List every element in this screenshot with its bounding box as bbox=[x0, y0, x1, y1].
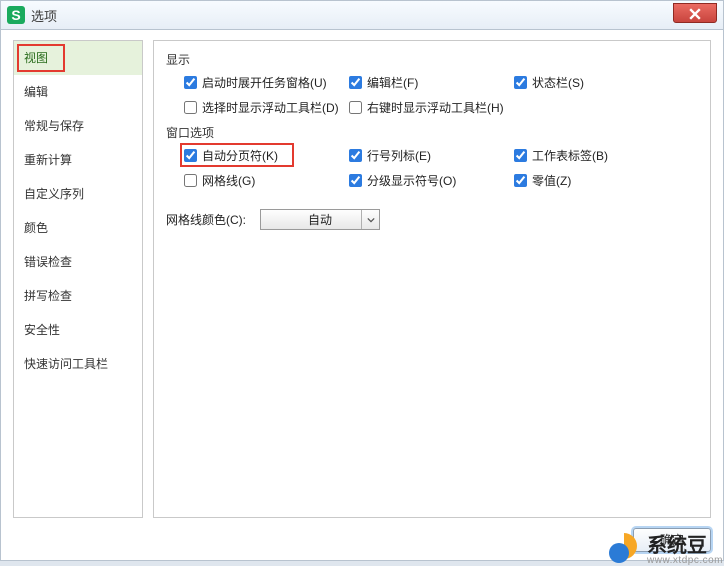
checkbox-outline-symbols[interactable]: 分级显示符号(O) bbox=[349, 172, 514, 189]
button-row: 确定 bbox=[627, 528, 711, 552]
checkbox-label: 自动分页符(K) bbox=[202, 147, 278, 164]
display-row-1: 启动时展开任务窗格(U) 编辑栏(F) 状态栏(S) bbox=[184, 74, 698, 91]
sidebar-item-label: 视图 bbox=[24, 51, 48, 65]
checkbox-rightclick-float-toolbar[interactable]: 右键时显示浮动工具栏(H) bbox=[349, 99, 549, 116]
sidebar: 视图 编辑 常规与保存 重新计算 自定义序列 颜色 错误检查 拼写检查 安全性 … bbox=[13, 40, 143, 518]
sidebar-item-label: 安全性 bbox=[24, 323, 60, 337]
checkbox-input[interactable] bbox=[184, 149, 197, 162]
sidebar-item-edit[interactable]: 编辑 bbox=[14, 75, 142, 109]
checkbox-label: 启动时展开任务窗格(U) bbox=[202, 74, 327, 91]
sidebar-item-quick-access[interactable]: 快速访问工具栏 bbox=[14, 347, 142, 381]
gridline-color-row: 网格线颜色(C): 自动 bbox=[166, 209, 698, 230]
checkbox-select-float-toolbar[interactable]: 选择时显示浮动工具栏(D) bbox=[184, 99, 349, 116]
sidebar-item-label: 拼写检查 bbox=[24, 289, 72, 303]
sidebar-item-recalc[interactable]: 重新计算 bbox=[14, 143, 142, 177]
section-title-window-options: 窗口选项 bbox=[166, 124, 698, 141]
sidebar-item-label: 常规与保存 bbox=[24, 119, 84, 133]
checkbox-input[interactable] bbox=[349, 101, 362, 114]
checkbox-label: 编辑栏(F) bbox=[367, 74, 418, 91]
combobox-value: 自动 bbox=[308, 211, 332, 228]
checkbox-input[interactable] bbox=[184, 101, 197, 114]
checkbox-label: 网格线(G) bbox=[202, 172, 255, 189]
checkbox-label: 工作表标签(B) bbox=[532, 147, 608, 164]
sidebar-item-general-save[interactable]: 常规与保存 bbox=[14, 109, 142, 143]
window-title: 选项 bbox=[31, 6, 57, 25]
checkbox-startup-taskpane[interactable]: 启动时展开任务窗格(U) bbox=[184, 74, 349, 91]
checkbox-gridlines[interactable]: 网格线(G) bbox=[184, 172, 349, 189]
checkbox-formula-bar[interactable]: 编辑栏(F) bbox=[349, 74, 514, 91]
checkbox-input[interactable] bbox=[184, 76, 197, 89]
window-options-row-1: 自动分页符(K) 行号列标(E) 工作表标签(B) bbox=[184, 147, 698, 164]
checkbox-auto-pagebreak[interactable]: 自动分页符(K) bbox=[184, 147, 349, 164]
checkbox-input[interactable] bbox=[349, 174, 362, 187]
checkbox-label: 选择时显示浮动工具栏(D) bbox=[202, 99, 339, 116]
sidebar-item-label: 颜色 bbox=[24, 221, 48, 235]
gridline-color-label: 网格线颜色(C): bbox=[166, 211, 246, 228]
checkbox-zero-values[interactable]: 零值(Z) bbox=[514, 172, 679, 189]
close-button[interactable] bbox=[673, 3, 717, 23]
sidebar-item-label: 快速访问工具栏 bbox=[24, 357, 108, 371]
checkbox-status-bar[interactable]: 状态栏(S) bbox=[514, 74, 679, 91]
button-label: 确定 bbox=[660, 533, 684, 547]
section-title-display: 显示 bbox=[166, 51, 698, 68]
sidebar-item-security[interactable]: 安全性 bbox=[14, 313, 142, 347]
sidebar-item-color[interactable]: 颜色 bbox=[14, 211, 142, 245]
checkbox-label: 右键时显示浮动工具栏(H) bbox=[367, 99, 504, 116]
sidebar-item-label: 编辑 bbox=[24, 85, 48, 99]
checkbox-label: 零值(Z) bbox=[532, 172, 571, 189]
app-icon-letter: S bbox=[11, 7, 20, 23]
sidebar-item-label: 错误检查 bbox=[24, 255, 72, 269]
sidebar-item-spell-check[interactable]: 拼写检查 bbox=[14, 279, 142, 313]
checkbox-input[interactable] bbox=[514, 76, 527, 89]
close-icon bbox=[689, 8, 701, 20]
checkbox-row-col-headers[interactable]: 行号列标(E) bbox=[349, 147, 514, 164]
ok-button[interactable]: 确定 bbox=[633, 528, 711, 552]
checkbox-label: 状态栏(S) bbox=[532, 74, 584, 91]
checkbox-sheet-tabs[interactable]: 工作表标签(B) bbox=[514, 147, 679, 164]
checkbox-input[interactable] bbox=[184, 174, 197, 187]
sidebar-item-error-check[interactable]: 错误检查 bbox=[14, 245, 142, 279]
sidebar-item-label: 自定义序列 bbox=[24, 187, 84, 201]
checkbox-input[interactable] bbox=[514, 149, 527, 162]
checkbox-input[interactable] bbox=[349, 76, 362, 89]
checkbox-label: 分级显示符号(O) bbox=[367, 172, 456, 189]
content-panel: 显示 启动时展开任务窗格(U) 编辑栏(F) 状态栏(S) 选择时显示浮动工具栏… bbox=[153, 40, 711, 518]
sidebar-item-custom-list[interactable]: 自定义序列 bbox=[14, 177, 142, 211]
dialog-frame: 视图 编辑 常规与保存 重新计算 自定义序列 颜色 错误检查 拼写检查 安全性 … bbox=[0, 30, 724, 561]
checkbox-label: 行号列标(E) bbox=[367, 147, 431, 164]
display-row-2: 选择时显示浮动工具栏(D) 右键时显示浮动工具栏(H) bbox=[184, 99, 698, 116]
checkbox-input[interactable] bbox=[514, 174, 527, 187]
titlebar: S 选项 bbox=[0, 0, 724, 30]
chevron-down-icon bbox=[361, 210, 379, 229]
window-options-row-2: 网格线(G) 分级显示符号(O) 零值(Z) bbox=[184, 172, 698, 189]
checkbox-input[interactable] bbox=[349, 149, 362, 162]
gridline-color-combobox[interactable]: 自动 bbox=[260, 209, 380, 230]
sidebar-item-label: 重新计算 bbox=[24, 153, 72, 167]
sidebar-item-view[interactable]: 视图 bbox=[14, 41, 142, 75]
app-icon: S bbox=[7, 6, 25, 24]
